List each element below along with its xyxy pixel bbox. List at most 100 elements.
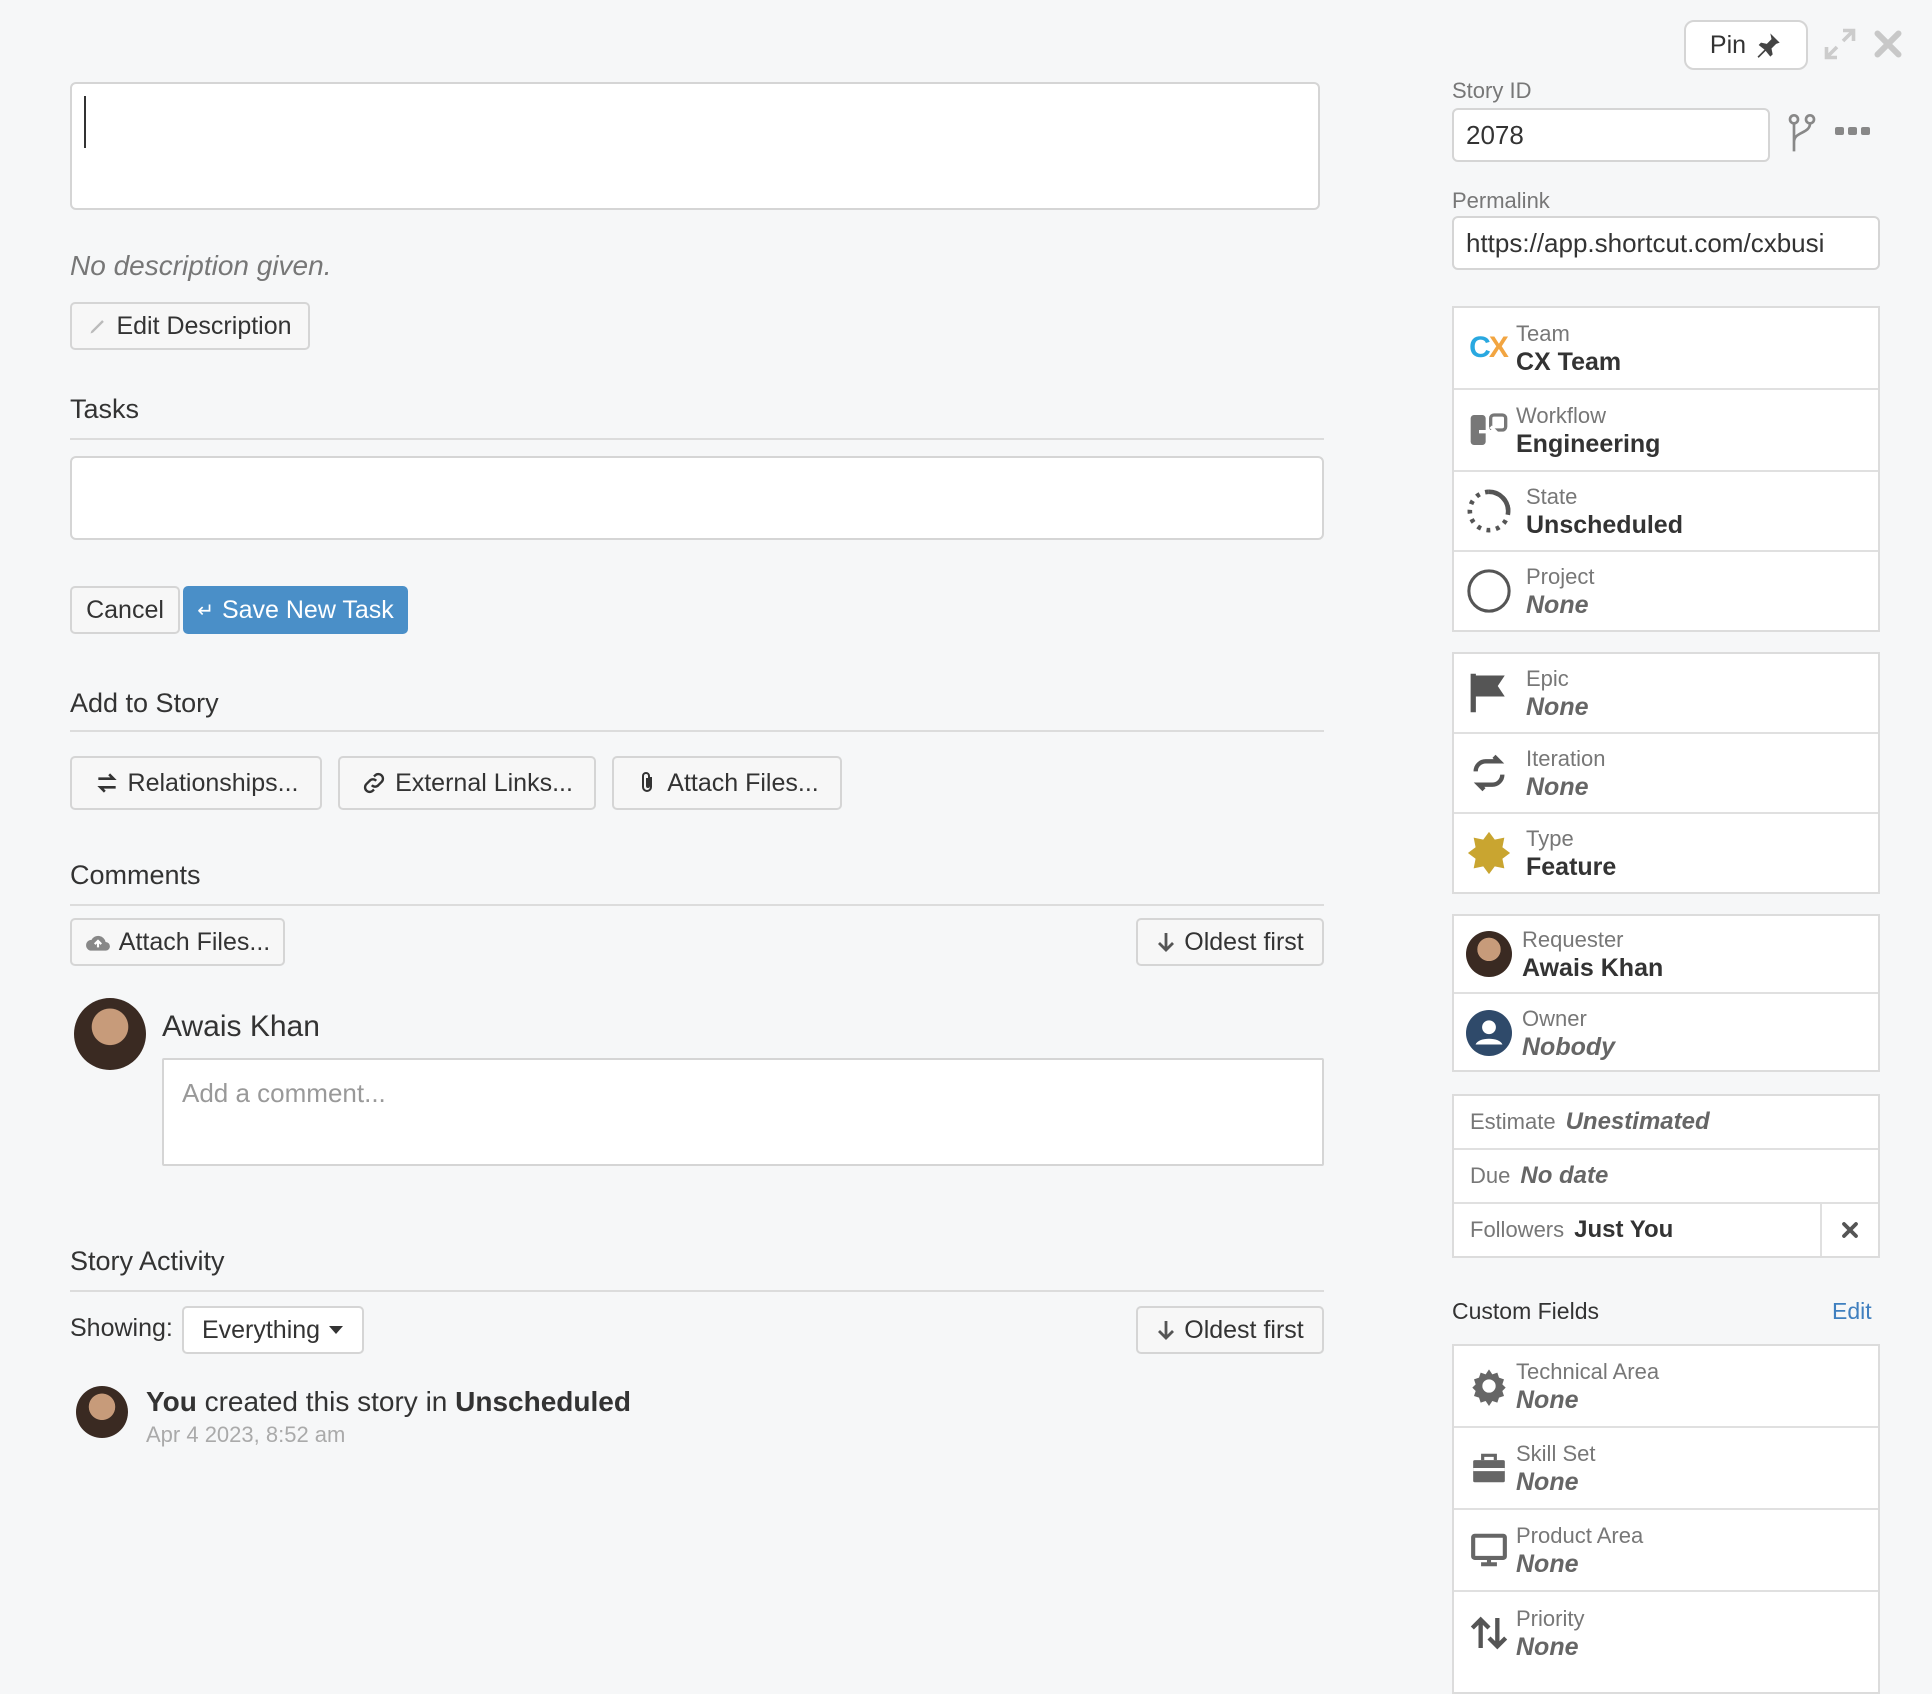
estimate-field[interactable]: Estimate Unestimated bbox=[1454, 1096, 1878, 1150]
story-meta-group: Estimate Unestimated Due No date Followe… bbox=[1452, 1094, 1880, 1258]
technical-area-label: Technical Area bbox=[1516, 1358, 1660, 1384]
edit-description-button[interactable]: Edit Description bbox=[70, 302, 310, 350]
comment-attach-files-button[interactable]: Attach Files... bbox=[70, 918, 285, 966]
add-to-story-title: Add to Story bbox=[70, 688, 219, 718]
custom-fields-group: Technical Area None Skill Set None Product… bbox=[1452, 1344, 1880, 1694]
state-field[interactable]: State Unscheduled bbox=[1454, 472, 1878, 552]
technical-area-field[interactable]: Technical Area None bbox=[1454, 1346, 1878, 1428]
relationships-label: Relationships... bbox=[127, 768, 299, 797]
type-field[interactable]: Type Feature bbox=[1454, 814, 1878, 892]
cx-logo-icon: CX bbox=[1469, 331, 1509, 364]
due-field[interactable]: Due No date bbox=[1454, 1150, 1878, 1204]
gear-icon bbox=[1466, 1363, 1512, 1409]
story-id-field[interactable]: 2078 bbox=[1452, 108, 1770, 162]
permalink-field[interactable]: https://app.shortcut.com/cxbusi bbox=[1452, 216, 1880, 270]
product-area-label: Product Area bbox=[1516, 1522, 1644, 1548]
permalink-label: Permalink bbox=[1452, 188, 1550, 213]
arrow-down-icon bbox=[1158, 933, 1175, 952]
comment-placeholder: Add a comment... bbox=[182, 1078, 386, 1108]
priority-field[interactable]: Priority None bbox=[1454, 1592, 1878, 1674]
pin-button[interactable]: Pin bbox=[1684, 20, 1808, 70]
showing-label: Showing: bbox=[70, 1314, 173, 1342]
team-value: CX Team bbox=[1516, 347, 1622, 376]
comment-attach-files-label: Attach Files... bbox=[118, 927, 271, 956]
skill-set-field[interactable]: Skill Set None bbox=[1454, 1428, 1878, 1510]
attach-files-button[interactable]: Attach Files... bbox=[612, 756, 842, 810]
followers-value: Just You bbox=[1574, 1216, 1674, 1243]
comments-sort-button[interactable]: Oldest first bbox=[1136, 918, 1324, 966]
workflow-icon bbox=[1466, 407, 1512, 453]
team-field[interactable]: CX Team CX Team bbox=[1454, 308, 1878, 390]
activity-target-state[interactable]: Unscheduled bbox=[455, 1386, 631, 1417]
activity-filter-value: Everything bbox=[201, 1315, 321, 1344]
owner-label: Owner bbox=[1522, 1005, 1587, 1031]
project-field[interactable]: Project None bbox=[1454, 552, 1878, 630]
paperclip-icon bbox=[642, 772, 653, 792]
cancel-label: Cancel bbox=[86, 595, 164, 624]
user-placeholder-icon bbox=[1466, 1010, 1512, 1056]
skill-set-label: Skill Set bbox=[1516, 1440, 1596, 1466]
custom-fields-title: Custom Fields bbox=[1452, 1298, 1599, 1324]
pin-label: Pin bbox=[1709, 30, 1747, 59]
team-label: Team bbox=[1516, 320, 1570, 346]
activity-avatar bbox=[76, 1386, 128, 1438]
more-options-icon[interactable] bbox=[1834, 124, 1872, 138]
story-activity-divider bbox=[70, 1290, 1324, 1292]
technical-area-value: None bbox=[1516, 1385, 1579, 1414]
epic-field[interactable]: Epic None bbox=[1454, 654, 1878, 734]
estimate-value: Unestimated bbox=[1565, 1108, 1710, 1135]
due-value: No date bbox=[1520, 1162, 1609, 1189]
tasks-divider bbox=[70, 438, 1324, 440]
add-to-story-divider bbox=[70, 730, 1324, 732]
estimate-label: Estimate bbox=[1470, 1109, 1556, 1134]
requester-value: Awais Khan bbox=[1522, 953, 1664, 982]
owner-field[interactable]: Owner Nobody bbox=[1454, 994, 1878, 1072]
remove-follower-button[interactable] bbox=[1820, 1204, 1878, 1256]
new-task-input[interactable] bbox=[70, 456, 1324, 540]
story-id-value: 2078 bbox=[1466, 119, 1524, 150]
iteration-field[interactable]: Iteration None bbox=[1454, 734, 1878, 814]
text-cursor bbox=[84, 96, 86, 148]
product-area-field[interactable]: Product Area None bbox=[1454, 1510, 1878, 1592]
relationships-icon bbox=[96, 773, 117, 793]
epic-label: Epic bbox=[1526, 665, 1569, 691]
comment-author-name: Awais Khan bbox=[162, 1010, 320, 1043]
priority-label: Priority bbox=[1516, 1605, 1585, 1631]
activity-sort-button[interactable]: Oldest first bbox=[1136, 1306, 1324, 1354]
iteration-value: None bbox=[1526, 772, 1589, 801]
activity-action: created this story in bbox=[196, 1386, 456, 1417]
requester-field[interactable]: Requester Awais Khan bbox=[1454, 916, 1878, 994]
activity-entry-text: You created this story in Unscheduled bbox=[146, 1386, 631, 1418]
arrow-down-icon bbox=[1158, 1321, 1175, 1340]
comment-input[interactable]: Add a comment... bbox=[162, 1058, 1324, 1166]
story-id-label: Story ID bbox=[1452, 78, 1532, 103]
story-people-group: Requester Awais Khan Owner Nobody bbox=[1452, 914, 1880, 1072]
custom-fields-edit-link[interactable]: Edit bbox=[1832, 1298, 1872, 1325]
activity-filter-dropdown[interactable]: Everything bbox=[182, 1306, 364, 1354]
return-icon: ↵ bbox=[197, 599, 214, 622]
expand-icon[interactable] bbox=[1822, 26, 1858, 62]
relationships-button[interactable]: Relationships... bbox=[70, 756, 322, 810]
project-label: Project bbox=[1526, 563, 1595, 589]
story-title-input[interactable] bbox=[70, 82, 1320, 210]
requester-label: Requester bbox=[1522, 926, 1624, 952]
external-links-label: External Links... bbox=[395, 768, 573, 797]
cloud-upload-icon bbox=[85, 935, 110, 951]
project-value: None bbox=[1526, 590, 1589, 619]
close-icon bbox=[1842, 1222, 1858, 1238]
pencil-icon bbox=[90, 320, 105, 334]
state-label: State bbox=[1526, 483, 1578, 509]
external-links-button[interactable]: External Links... bbox=[338, 756, 596, 810]
comments-title: Comments bbox=[70, 860, 201, 890]
close-icon[interactable] bbox=[1870, 26, 1906, 62]
workflow-field[interactable]: Workflow Engineering bbox=[1454, 390, 1878, 472]
feature-star-icon bbox=[1466, 830, 1512, 876]
link-icon bbox=[363, 772, 385, 794]
followers-field[interactable]: Followers Just You bbox=[1454, 1204, 1878, 1256]
permalink-value: https://app.shortcut.com/cxbusi bbox=[1466, 227, 1825, 258]
cancel-button[interactable]: Cancel bbox=[70, 586, 180, 634]
product-area-value: None bbox=[1516, 1549, 1579, 1578]
git-branch-icon[interactable] bbox=[1786, 114, 1818, 154]
save-new-task-button[interactable]: ↵ Save New Task bbox=[183, 586, 408, 634]
story-activity-title: Story Activity bbox=[70, 1246, 225, 1276]
